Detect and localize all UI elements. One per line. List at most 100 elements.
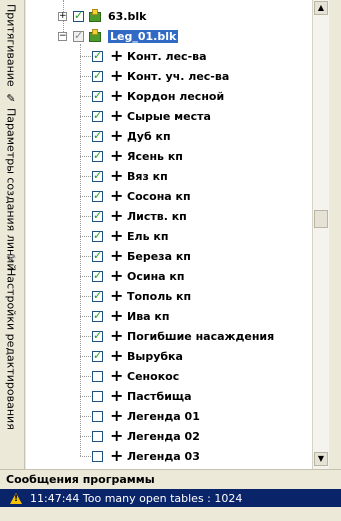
tree-guide [80,316,91,317]
layer-visibility-checkbox[interactable] [92,109,103,122]
block-file-icon [88,9,102,23]
layer-visibility-checkbox[interactable] [92,329,103,342]
layer-label: Погибшие насаждения [127,329,275,343]
tree-guide [80,216,91,217]
layer-point-icon: + [110,126,124,145]
expand-toggle[interactable]: + [58,11,67,21]
tree-guide [80,456,91,457]
layer-item[interactable]: +Вяз кп [92,166,168,186]
layer-label: Осина кп [127,269,185,283]
collapse-toggle[interactable]: − [58,31,67,41]
layer-item[interactable]: + Сенокос [92,366,179,386]
layer-point-icon: + [110,66,124,85]
node-checkbox[interactable] [73,29,84,42]
pencil-icon: ✎ [4,92,18,105]
layer-item[interactable]: +Тополь кп [92,286,191,306]
message-row[interactable]: 11:47:44 Too many open tables : 1024 [0,489,341,507]
tab-edit-settings[interactable]: ⚒ Настройки редактирования [3,252,19,430]
layer-label: Тополь кп [127,289,192,303]
layer-visibility-checkbox[interactable] [92,149,103,162]
layer-visibility-checkbox[interactable] [92,390,103,402]
layer-label: Сенокос [127,369,180,383]
layer-item[interactable]: +Ива кп [92,306,170,326]
layer-item[interactable]: + Пастбища [92,386,192,406]
layer-label: Пастбища [127,389,192,403]
node-label-selected: Leg_01.blk [108,29,179,43]
scroll-down-button[interactable]: ▼ [314,452,328,466]
layer-label: Вырубка [127,349,183,363]
layer-label: Конт. лес-ва [127,49,207,63]
tree-guide [80,276,91,277]
layer-item[interactable]: +Конт. лес-ва [92,46,207,66]
tree-guide [80,56,91,57]
layer-visibility-checkbox[interactable] [92,209,103,222]
warning-icon [10,492,22,504]
layer-visibility-checkbox[interactable] [92,49,103,62]
layer-visibility-checkbox[interactable] [92,129,103,142]
panel-edge [329,0,341,469]
layer-point-icon: + [110,46,124,65]
scroll-thumb[interactable] [314,210,328,228]
messages-panel-title: Сообщения программы [0,469,341,489]
layer-item[interactable]: +Дуб кп [92,126,171,146]
tree-guide [80,256,91,257]
tree-guide [80,436,91,437]
layer-visibility-checkbox[interactable] [92,349,103,362]
layer-label: Сосона кп [127,189,191,203]
tree-node-63blk[interactable]: + 63.blk [58,6,146,26]
layer-item[interactable]: +Листв. кп [92,206,187,226]
layer-visibility-checkbox[interactable] [92,229,103,242]
layer-item[interactable]: +Сосона кп [92,186,191,206]
layer-visibility-checkbox[interactable] [92,249,103,262]
layer-visibility-checkbox[interactable] [92,410,103,422]
tree-guide [80,336,91,337]
tree-node-leg01blk[interactable]: − Leg_01.blk [58,26,179,46]
layer-visibility-checkbox[interactable] [92,289,103,302]
layer-item[interactable]: + Легенда 01 [92,406,200,426]
layer-visibility-checkbox[interactable] [92,309,103,322]
layer-item[interactable]: +Вырубка [92,346,183,366]
layer-item[interactable]: +Сырые места [92,106,211,126]
node-checkbox[interactable] [73,9,84,22]
layer-label: Конт. уч. лес-ва [127,69,230,83]
layer-point-icon: + [110,366,124,385]
layer-visibility-checkbox[interactable] [92,69,103,82]
layer-visibility-checkbox[interactable] [92,189,103,202]
tree-guide [80,136,91,137]
tree-guide [80,76,91,77]
tree-guide [80,196,91,197]
layer-point-icon: + [110,246,124,265]
layer-label: Ясень кп [127,149,183,163]
panel-footer [0,507,341,521]
layer-visibility-checkbox[interactable] [92,269,103,282]
layer-item[interactable]: +Ясень кп [92,146,183,166]
layer-point-icon: + [110,426,124,445]
layer-label: Легенда 01 [127,409,200,423]
tab-line-parameters[interactable]: ✎ Параметры создания линий [3,92,19,270]
layer-item[interactable]: +Погибшие насаждения [92,326,274,346]
tree-guide [80,236,91,237]
layer-item[interactable]: +Конт. уч. лес-ва [92,66,229,86]
layer-point-icon: + [110,206,124,225]
layer-item[interactable]: +Осина кп [92,266,185,286]
tree-guide [80,416,91,417]
scroll-up-button[interactable]: ▲ [314,1,328,15]
layer-visibility-checkbox[interactable] [92,89,103,102]
layer-item[interactable]: + Легенда 03 [92,446,200,466]
block-file-icon [88,29,102,43]
layer-item[interactable]: +Кордон лесной [92,86,224,106]
tab-snapping[interactable]: Притягивание [3,4,19,87]
layer-visibility-checkbox[interactable] [92,430,103,442]
layer-item[interactable]: +Ель кп [92,226,168,246]
vertical-scrollbar[interactable]: ▲ ▼ [312,0,329,469]
message-text: 11:47:44 Too many open tables : 1024 [30,491,243,505]
layer-visibility-checkbox[interactable] [92,169,103,182]
layer-point-icon: + [110,386,124,405]
tree-guide [80,396,91,397]
layer-item[interactable]: + Легенда 02 [92,426,200,446]
layer-visibility-checkbox[interactable] [92,450,103,462]
layer-label: Легенда 02 [127,429,200,443]
layer-item[interactable]: +Береза кп [92,246,191,266]
layer-visibility-checkbox[interactable] [92,370,103,382]
layer-point-icon: + [110,326,124,345]
